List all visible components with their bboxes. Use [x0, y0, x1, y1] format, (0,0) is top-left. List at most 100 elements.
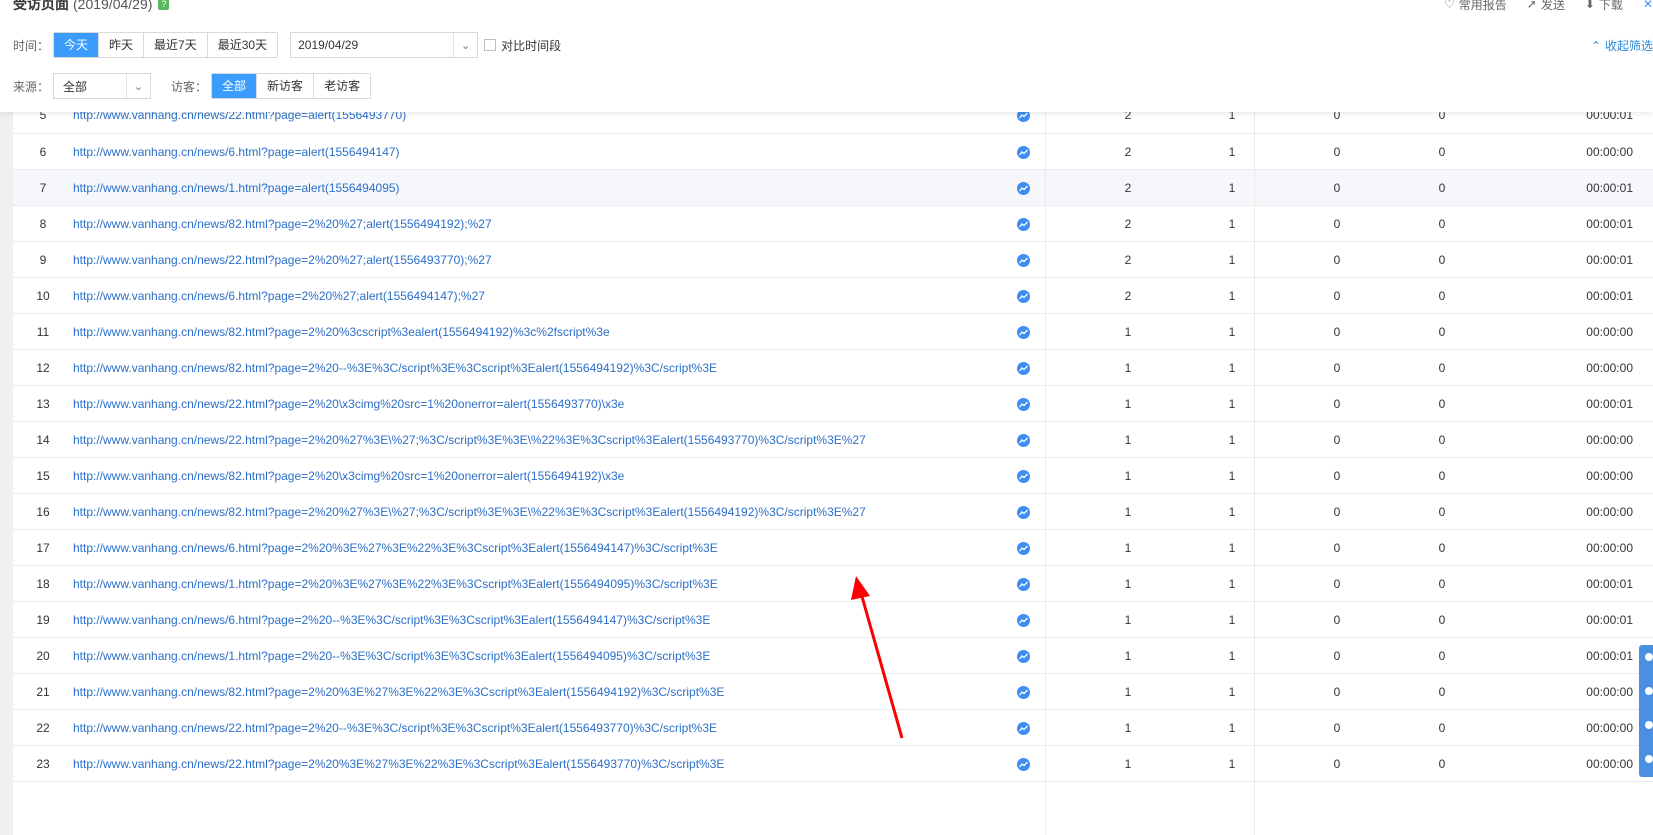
table-row[interactable]: 9 http://www.vanhang.cn/news/22.html?page… — [13, 242, 1653, 278]
entries-value: 0 — [1333, 181, 1341, 195]
trend-button[interactable] — [1009, 602, 1037, 638]
table-row[interactable]: 14 http://www.vanhang.cn/news/22.html?pag… — [13, 422, 1653, 458]
time-range-group: 今天 昨天 最近7天 最近30天 — [53, 32, 279, 58]
page-url-link[interactable]: http://www.vanhang.cn/news/22.html?page=… — [73, 710, 717, 746]
avg-duration-value: 00:00:00 — [1586, 433, 1633, 447]
avg-duration-value: 00:00:00 — [1586, 541, 1633, 555]
page-url-link[interactable]: http://www.vanhang.cn/news/6.html?page=a… — [73, 134, 400, 170]
entries-value: 0 — [1333, 685, 1341, 699]
trend-button[interactable] — [1009, 386, 1037, 422]
table-row[interactable]: 13 http://www.vanhang.cn/news/22.html?pag… — [13, 386, 1653, 422]
entries-value: 0 — [1333, 757, 1341, 771]
exits-value: 0 — [1438, 649, 1446, 663]
trend-button[interactable] — [1009, 170, 1037, 206]
page-url-link[interactable]: http://www.vanhang.cn/news/82.html?page=… — [73, 458, 624, 494]
visitor-all-button[interactable]: 全部 — [212, 74, 258, 98]
trend-button[interactable] — [1009, 422, 1037, 458]
collapse-filter-link[interactable]: ⌃ 收起筛选 — [1591, 37, 1653, 54]
trend-button[interactable] — [1009, 566, 1037, 602]
send-button[interactable]: ➚ 发送 — [1527, 0, 1565, 13]
chevron-down-icon[interactable]: ⌄ — [453, 33, 477, 57]
download-icon: ⬇ — [1584, 0, 1595, 11]
time-today-button[interactable]: 今天 — [54, 33, 100, 57]
page-url-link[interactable]: http://www.vanhang.cn/news/1.html?page=2… — [73, 566, 718, 602]
table-row[interactable]: 20 http://www.vanhang.cn/news/1.html?page… — [13, 638, 1653, 674]
page-url-link[interactable]: http://www.vanhang.cn/news/22.html?page=… — [73, 422, 866, 458]
trend-chart-icon — [1016, 289, 1030, 303]
table-row[interactable]: 7 http://www.vanhang.cn/news/1.html?page=… — [13, 170, 1653, 206]
trend-button[interactable] — [1009, 530, 1037, 566]
trend-button[interactable] — [1009, 350, 1037, 386]
page-url-link[interactable]: http://www.vanhang.cn/news/22.html?page=… — [73, 386, 624, 422]
trend-chart-icon — [1016, 685, 1030, 699]
time-yesterday-button[interactable]: 昨天 — [99, 33, 145, 57]
visitors-value: 1 — [1228, 433, 1236, 447]
chevron-down-icon[interactable]: ⌄ — [126, 74, 150, 98]
toolbar-dot-icon[interactable] — [1645, 721, 1653, 729]
entries-value: 0 — [1333, 469, 1341, 483]
pages-table: 5 http://www.vanhang.cn/news/22.html?page… — [13, 96, 1653, 782]
exits-value: 0 — [1438, 397, 1446, 411]
avg-duration-value: 00:00:00 — [1586, 721, 1633, 735]
table-row[interactable]: 11 http://www.vanhang.cn/news/82.html?pag… — [13, 314, 1653, 350]
table-row[interactable]: 6 http://www.vanhang.cn/news/6.html?page=… — [13, 134, 1653, 170]
table-row[interactable]: 8 http://www.vanhang.cn/news/82.html?page… — [13, 206, 1653, 242]
table-row[interactable]: 17 http://www.vanhang.cn/news/6.html?page… — [13, 530, 1653, 566]
visitors-value: 1 — [1228, 757, 1236, 771]
toolbar-dot-icon[interactable] — [1645, 755, 1653, 763]
table-row[interactable]: 22 http://www.vanhang.cn/news/22.html?pag… — [13, 710, 1653, 746]
trend-button[interactable] — [1009, 710, 1037, 746]
time-last30-button[interactable]: 最近30天 — [207, 33, 278, 57]
page-url-link[interactable]: http://www.vanhang.cn/news/82.html?page=… — [73, 206, 492, 242]
toolbar-dot-icon[interactable] — [1645, 653, 1653, 661]
trend-button[interactable] — [1009, 494, 1037, 530]
trend-chart-icon — [1016, 577, 1030, 591]
page-url-link[interactable]: http://www.vanhang.cn/news/82.html?page=… — [73, 494, 866, 530]
send-icon: ➚ — [1526, 0, 1537, 11]
pageviews-value: 1 — [1124, 613, 1132, 627]
page-url-link[interactable]: http://www.vanhang.cn/news/82.html?page=… — [73, 674, 724, 710]
trend-button[interactable] — [1009, 458, 1037, 494]
table-row[interactable]: 12 http://www.vanhang.cn/news/82.html?pag… — [13, 350, 1653, 386]
trend-button[interactable] — [1009, 242, 1037, 278]
trend-button[interactable] — [1009, 314, 1037, 350]
table-row[interactable]: 10 http://www.vanhang.cn/news/6.html?page… — [13, 278, 1653, 314]
table-row[interactable]: 21 http://www.vanhang.cn/news/82.html?pag… — [13, 674, 1653, 710]
floating-toolbar[interactable] — [1639, 645, 1653, 777]
pin-button[interactable]: ✕ — [1643, 0, 1653, 11]
download-button[interactable]: ⬇ 下载 — [1585, 0, 1623, 13]
trend-button[interactable] — [1009, 638, 1037, 674]
table-row[interactable]: 15 http://www.vanhang.cn/news/82.html?pag… — [13, 458, 1653, 494]
page-url-link[interactable]: http://www.vanhang.cn/news/1.html?page=a… — [73, 170, 400, 206]
compare-checkbox[interactable] — [484, 39, 497, 51]
time-last7-button[interactable]: 最近7天 — [144, 33, 208, 57]
table-row[interactable]: 18 http://www.vanhang.cn/news/1.html?page… — [13, 566, 1653, 602]
source-select[interactable]: 全部 ⌄ — [53, 73, 152, 99]
page-url-link[interactable]: http://www.vanhang.cn/news/22.html?page=… — [73, 242, 492, 278]
row-index: 15 — [36, 469, 50, 483]
trend-button[interactable] — [1009, 206, 1037, 242]
visitor-returning-button[interactable]: 老访客 — [314, 74, 371, 98]
visitor-new-button[interactable]: 新访客 — [257, 74, 315, 98]
trend-button[interactable] — [1009, 746, 1037, 782]
table-row[interactable]: 16 http://www.vanhang.cn/news/82.html?pag… — [13, 494, 1653, 530]
pageviews-value: 1 — [1124, 721, 1132, 735]
date-value: 2019/04/29 — [298, 38, 359, 52]
page-url-link[interactable]: http://www.vanhang.cn/news/6.html?page=2… — [73, 602, 710, 638]
trend-button[interactable] — [1009, 134, 1037, 170]
toolbar-dot-icon[interactable] — [1645, 687, 1653, 695]
trend-button[interactable] — [1009, 674, 1037, 710]
avg-duration-value: 00:00:01 — [1586, 181, 1633, 195]
table-row[interactable]: 23 http://www.vanhang.cn/news/22.html?pag… — [13, 746, 1653, 782]
page-url-link[interactable]: http://www.vanhang.cn/news/6.html?page=2… — [73, 278, 485, 314]
table-row[interactable]: 19 http://www.vanhang.cn/news/6.html?page… — [13, 602, 1653, 638]
help-icon[interactable]: ? — [158, 0, 170, 10]
favorite-report-button[interactable]: ♡ 常用报告 — [1444, 0, 1507, 13]
trend-button[interactable] — [1009, 278, 1037, 314]
page-url-link[interactable]: http://www.vanhang.cn/news/6.html?page=2… — [73, 530, 718, 566]
page-url-link[interactable]: http://www.vanhang.cn/news/82.html?page=… — [73, 314, 610, 350]
page-url-link[interactable]: http://www.vanhang.cn/news/1.html?page=2… — [73, 638, 710, 674]
date-picker[interactable]: 2019/04/29 ⌄ — [290, 32, 479, 58]
page-url-link[interactable]: http://www.vanhang.cn/news/22.html?page=… — [73, 746, 724, 782]
page-url-link[interactable]: http://www.vanhang.cn/news/82.html?page=… — [73, 350, 717, 386]
